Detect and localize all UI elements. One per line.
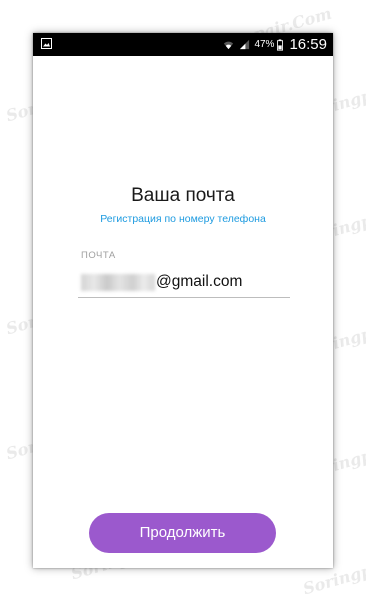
signal-icon — [240, 39, 250, 50]
status-right: 47% 16:59 — [222, 33, 327, 56]
phone-screen: 47% 16:59 Ваша почта Регистрация по номе… — [33, 33, 333, 568]
battery-icon — [277, 38, 284, 51]
wifi-icon — [224, 41, 234, 50]
page-title: Ваша почта — [131, 185, 235, 206]
email-obscured-prefix — [81, 274, 155, 291]
status-bar: 47% 16:59 — [33, 33, 333, 56]
continue-button[interactable]: Продолжить — [89, 513, 276, 553]
screenshot-frame: Soringpcrepair.Com Soringpcrepair.Com So… — [0, 0, 366, 600]
email-field[interactable]: @gmail.com — [78, 271, 290, 298]
email-field-value: @gmail.com — [156, 273, 243, 290]
status-clock: 16:59 — [289, 36, 327, 53]
email-field-label: ПОЧТА — [81, 250, 116, 261]
image-icon — [41, 38, 52, 49]
battery-percent: 47% — [254, 39, 275, 50]
phone-registration-link[interactable]: Регистрация по номеру телефона — [33, 213, 333, 225]
